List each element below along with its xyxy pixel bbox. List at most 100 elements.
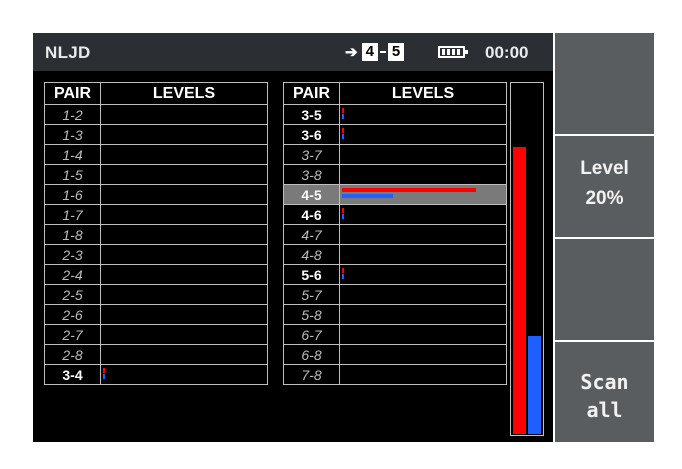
table-row[interactable]: 2-6 [44, 304, 268, 325]
scan-all-label-line2: all [586, 398, 623, 422]
pair-label: 1-6 [44, 184, 101, 205]
table-row[interactable]: 1-2 [44, 104, 268, 125]
scan-all-button[interactable]: Scan all [555, 342, 654, 442]
level-cell [100, 124, 268, 145]
level-cell [339, 284, 507, 305]
pair-from: 4 [361, 43, 378, 61]
table-row[interactable]: 1-7 [44, 204, 268, 225]
pair-label: 2-8 [44, 344, 101, 365]
softkey-1[interactable] [555, 33, 654, 134]
level-cell [100, 364, 268, 385]
pair-label: 3-6 [283, 124, 340, 145]
table-row[interactable]: 3-6 [283, 124, 507, 145]
level-cell [100, 144, 268, 165]
pair-label: 4-8 [283, 244, 340, 265]
level-cell [339, 104, 507, 125]
red-level-mark [103, 368, 105, 373]
arrow-right-icon: ➔ [345, 44, 358, 61]
signal-level-meter [510, 82, 544, 436]
level-value: 20% [585, 188, 624, 209]
table-row[interactable]: 3-5 [283, 104, 507, 125]
pair-label: 2-3 [44, 244, 101, 265]
red-level-mark [342, 208, 344, 213]
table-row[interactable]: 4-7 [283, 224, 507, 245]
pair-label: 1-8 [44, 224, 101, 245]
blue-level-mark [103, 374, 105, 379]
pair-label: 3-8 [283, 164, 340, 185]
level-cell [339, 144, 507, 165]
pair-label: 4-7 [283, 224, 340, 245]
level-cell [100, 244, 268, 265]
level-cell [339, 344, 507, 365]
table-row[interactable]: 4-5 [283, 184, 507, 205]
column-header-pair: PAIR [283, 82, 340, 105]
table-row[interactable]: 2-5 [44, 284, 268, 305]
level-cell [339, 364, 507, 385]
column-header-levels: LEVELS [100, 82, 268, 105]
softkey-3[interactable] [555, 239, 654, 340]
red-level-mark [342, 128, 344, 133]
level-cell [339, 304, 507, 325]
pair-connector [379, 51, 386, 53]
pair-label: 7-8 [283, 364, 340, 385]
table-row[interactable]: 5-8 [283, 304, 507, 325]
pair-label: 6-7 [283, 324, 340, 345]
level-cell [339, 224, 507, 245]
blue-level-mark [342, 114, 344, 119]
pair-label: 2-7 [44, 324, 101, 345]
pair-levels-table-right: PAIR LEVELS 3-5 3-6 3-7 3-8 4-5 4-6 4-7 4-8 5-6 5… [283, 82, 507, 385]
pair-label: 1-3 [44, 124, 101, 145]
level-cell [100, 164, 268, 185]
table-row[interactable]: 1-5 [44, 164, 268, 185]
table-row[interactable]: 1-8 [44, 224, 268, 245]
active-pair-indicator: ➔ 4 5 [345, 43, 405, 61]
pair-label: 2-6 [44, 304, 101, 325]
blue-level-mark [342, 214, 344, 219]
battery-full-icon [438, 46, 468, 58]
pair-label: 5-6 [283, 264, 340, 285]
pair-label: 1-2 [44, 104, 101, 125]
table-row[interactable]: 2-4 [44, 264, 268, 285]
scan-all-label-line1: Scan [580, 370, 629, 394]
level-label: Level [580, 158, 629, 179]
pair-label: 5-7 [283, 284, 340, 305]
table-row[interactable]: 3-8 [283, 164, 507, 185]
red-level-mark [342, 188, 476, 192]
table-row[interactable]: 7-8 [283, 364, 507, 385]
clock: 00:00 [485, 43, 529, 62]
pair-label: 1-7 [44, 204, 101, 225]
level-cell [339, 164, 507, 185]
level-cell [100, 204, 268, 225]
pair-label: 2-4 [44, 264, 101, 285]
table-row[interactable]: 3-4 [44, 364, 268, 385]
table-row[interactable]: 5-7 [283, 284, 507, 305]
pair-label: 1-4 [44, 144, 101, 165]
red-level-mark [342, 268, 344, 273]
column-header-levels: LEVELS [339, 82, 507, 105]
table-row[interactable]: 1-6 [44, 184, 268, 205]
pair-label: 3-4 [44, 364, 101, 385]
table-row[interactable]: 1-4 [44, 144, 268, 165]
table-row[interactable]: 1-3 [44, 124, 268, 145]
table-row[interactable]: 3-7 [283, 144, 507, 165]
table-row[interactable]: 4-8 [283, 244, 507, 265]
table-row[interactable]: 6-8 [283, 344, 507, 365]
table-row[interactable]: 5-6 [283, 264, 507, 285]
pair-label: 6-8 [283, 344, 340, 365]
pair-label: 3-7 [283, 144, 340, 165]
blue-level-mark [342, 194, 393, 198]
status-bar: NLJD ➔ 4 5 00:00 [33, 33, 553, 71]
table-row[interactable]: 2-7 [44, 324, 268, 345]
level-button[interactable]: Level 20% [555, 136, 654, 237]
table-row[interactable]: 4-6 [283, 204, 507, 225]
blue-level-mark [342, 134, 344, 139]
red-level-mark [342, 108, 344, 113]
pair-levels-table-left: PAIR LEVELS 1-2 1-3 1-4 1-5 1-6 1-7 1-8 2-3 2-4 2… [44, 82, 268, 385]
table-row[interactable]: 6-7 [283, 324, 507, 345]
table-row[interactable]: 2-8 [44, 344, 268, 365]
level-cell [100, 324, 268, 345]
app-title: NLJD [45, 43, 91, 62]
pair-label: 1-5 [44, 164, 101, 185]
table-row[interactable]: 2-3 [44, 244, 268, 265]
blue-level-bar [528, 336, 541, 434]
